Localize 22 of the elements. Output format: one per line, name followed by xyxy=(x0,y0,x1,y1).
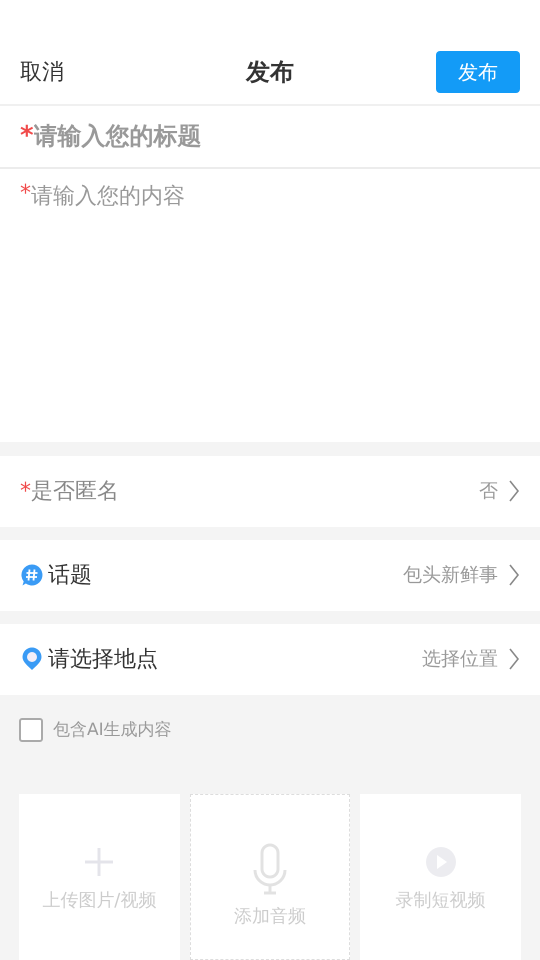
cancel-button[interactable]: 取消 xyxy=(20,57,64,88)
page-title: 发布 xyxy=(246,57,294,88)
required-asterisk: * xyxy=(20,121,34,152)
row-label: 是否匿名 xyxy=(31,478,120,506)
settings-row[interactable]: *是否匿名 否 xyxy=(0,456,540,540)
row-label: 话题 xyxy=(48,562,93,590)
chevron-right-icon xyxy=(508,563,520,588)
chevron-right-icon xyxy=(508,479,520,504)
location-pin-icon xyxy=(20,647,44,672)
checkbox[interactable] xyxy=(19,718,43,742)
checkbox-label: 包含AI生成内容 xyxy=(53,719,172,742)
settings-row[interactable]: 话题 包头新鲜事 xyxy=(0,540,540,624)
row-value: 包头新鲜事 xyxy=(403,563,498,588)
publish-button[interactable]: 发布 xyxy=(436,51,520,94)
row-value: 否 xyxy=(479,479,498,504)
hashtag-icon xyxy=(20,563,44,588)
ai-content-checkbox[interactable]: 包含AI生成内容 xyxy=(19,718,521,742)
row-value: 选择位置 xyxy=(422,647,498,672)
required-asterisk: * xyxy=(20,478,31,504)
row-label: 请选择地点 xyxy=(48,646,159,674)
required-asterisk: * xyxy=(20,180,31,206)
chevron-right-icon xyxy=(508,647,520,672)
